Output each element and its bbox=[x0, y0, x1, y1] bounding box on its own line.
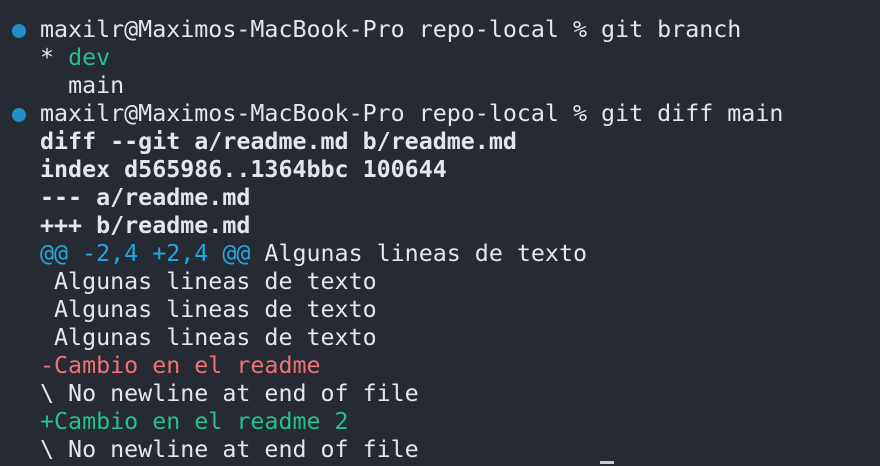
branch-name: main bbox=[68, 72, 125, 99]
prompt-mark-icon bbox=[12, 108, 26, 122]
branch-marker bbox=[40, 72, 68, 99]
diff-index-line: index d565986..1364bbc 100644 bbox=[40, 156, 447, 183]
current-branch-marker: * bbox=[40, 44, 69, 71]
hunk-context: Algunas lineas de texto bbox=[250, 240, 588, 267]
prompt-mark-icon bbox=[12, 24, 26, 38]
command-text: git diff main bbox=[601, 100, 784, 127]
branch-item: * dev bbox=[40, 44, 110, 72]
diff-new-file-line: +++ b/readme.md bbox=[40, 212, 251, 239]
added-line: +Cambio en el readme 2 bbox=[40, 408, 349, 435]
no-newline-notice: \ No newline at end of file bbox=[40, 380, 419, 407]
command-text: git branch bbox=[601, 16, 742, 43]
no-newline-notice: \ No newline at end of file bbox=[40, 436, 419, 463]
removed-line: -Cambio en el readme bbox=[40, 352, 321, 379]
current-branch-name: dev bbox=[68, 44, 111, 71]
context-line: Algunas lineas de texto bbox=[40, 324, 377, 351]
text-cursor bbox=[600, 461, 614, 464]
branch-item: main bbox=[40, 72, 124, 100]
context-line: Algunas lineas de texto bbox=[40, 296, 377, 323]
diff-header-line: diff --git a/readme.md b/readme.md bbox=[40, 128, 517, 155]
context-line: Algunas lineas de texto bbox=[40, 268, 377, 295]
hunk-header-line: @@ -2,4 +2,4 @@ Algunas lineas de texto bbox=[40, 240, 587, 268]
prompt-line: maxilr@Maximos-MacBook-Pro repo-local % … bbox=[40, 16, 741, 44]
hunk-range: @@ -2,4 +2,4 @@ bbox=[40, 240, 251, 267]
prompt-text: maxilr@Maximos-MacBook-Pro repo-local % bbox=[40, 100, 602, 127]
terminal-window[interactable]: maxilr@Maximos-MacBook-Pro repo-local % … bbox=[0, 0, 880, 466]
prompt-line: maxilr@Maximos-MacBook-Pro repo-local % … bbox=[40, 100, 783, 128]
prompt-text: maxilr@Maximos-MacBook-Pro repo-local % bbox=[40, 16, 602, 43]
diff-old-file-line: --- a/readme.md bbox=[40, 184, 251, 211]
